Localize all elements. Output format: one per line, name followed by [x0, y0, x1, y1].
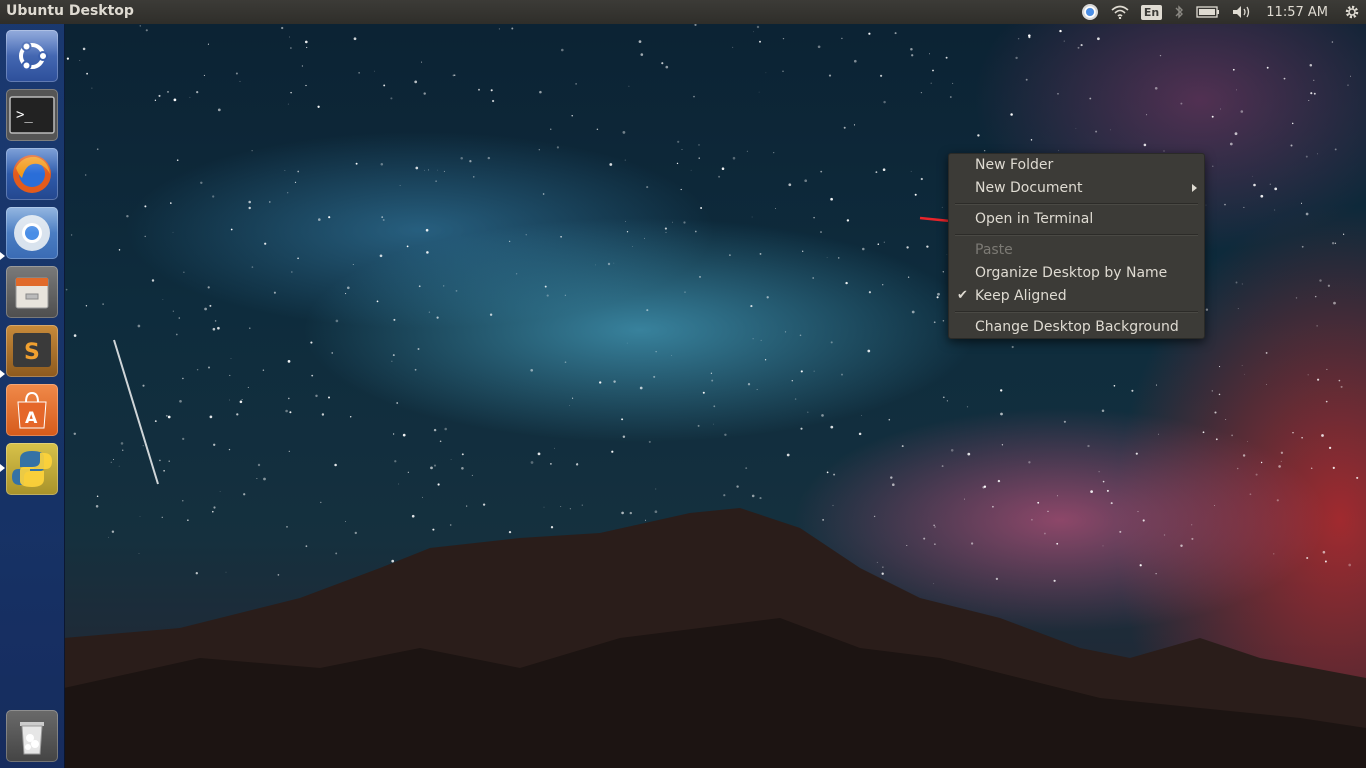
menu-label: Change Desktop Background: [975, 319, 1179, 335]
top-panel: Ubuntu Desktop En 11:57 AM: [0, 0, 1366, 24]
python-launcher[interactable]: [6, 443, 58, 495]
desktop-wallpaper[interactable]: [0, 0, 1366, 768]
trash-icon: [20, 722, 44, 755]
menu-separator: [955, 203, 1198, 205]
menu-item-new-folder[interactable]: New Folder: [949, 154, 1204, 176]
indicator-area: En 11:57 AM: [1075, 0, 1366, 24]
terminal-icon: >_: [9, 96, 55, 134]
bluetooth-icon[interactable]: [1168, 0, 1190, 24]
running-indicator: [0, 464, 5, 472]
menu-item-keep-aligned[interactable]: ✔ Keep Aligned: [949, 285, 1204, 307]
keyboard-layout-label: En: [1140, 4, 1163, 20]
mountain-silhouette: [64, 508, 1366, 768]
sublime-text-launcher[interactable]: S: [6, 325, 58, 377]
menu-item-paste: Paste: [949, 239, 1204, 261]
menu-label: Keep Aligned: [975, 288, 1067, 304]
menu-item-change-background[interactable]: Change Desktop Background: [949, 316, 1204, 338]
file-cabinet-icon: [15, 277, 49, 309]
terminal-prompt-glyph: >_: [16, 107, 33, 123]
software-center-launcher[interactable]: A: [6, 384, 58, 436]
menu-item-open-in-terminal[interactable]: Open in Terminal: [949, 208, 1204, 230]
clock[interactable]: 11:57 AM: [1258, 0, 1338, 24]
firefox-launcher[interactable]: [6, 148, 58, 200]
panel-title: Ubuntu Desktop: [6, 3, 134, 19]
running-indicator: [0, 370, 5, 378]
sublime-text-icon: S: [13, 333, 51, 367]
settings-gear-icon[interactable]: [1338, 0, 1366, 24]
unity-launcher: >_ S A: [0, 24, 65, 768]
menu-separator: [955, 311, 1198, 313]
menu-label: New Folder: [975, 157, 1054, 173]
files-launcher[interactable]: [6, 266, 58, 318]
keyboard-layout-indicator[interactable]: En: [1135, 0, 1168, 24]
chrome-indicator-icon[interactable]: [1075, 0, 1105, 24]
ubuntu-dash-button[interactable]: [6, 30, 58, 82]
menu-item-organize-by-name[interactable]: Organize Desktop by Name: [949, 262, 1204, 284]
running-indicator: [0, 252, 5, 260]
menu-label: New Document: [975, 180, 1083, 196]
checkmark-icon: ✔: [957, 288, 968, 303]
wifi-icon[interactable]: [1105, 0, 1135, 24]
shopping-bag-icon: A: [17, 391, 47, 429]
python-icon: [12, 451, 52, 487]
sublime-glyph: S: [24, 340, 40, 365]
menu-label: Organize Desktop by Name: [975, 265, 1168, 281]
desktop-context-menu: New Folder New Document Open in Terminal…: [948, 153, 1205, 339]
menu-separator: [955, 234, 1198, 236]
trash-launcher[interactable]: [6, 710, 58, 762]
menu-label: Open in Terminal: [975, 211, 1094, 227]
menu-item-new-document[interactable]: New Document: [949, 177, 1204, 199]
software-center-glyph: A: [25, 408, 38, 427]
volume-icon[interactable]: [1226, 0, 1258, 24]
menu-label: Paste: [975, 242, 1013, 258]
chromium-launcher[interactable]: [6, 207, 58, 259]
submenu-arrow-icon: [1192, 184, 1197, 192]
battery-icon[interactable]: [1190, 0, 1226, 24]
terminal-launcher[interactable]: >_: [6, 89, 58, 141]
